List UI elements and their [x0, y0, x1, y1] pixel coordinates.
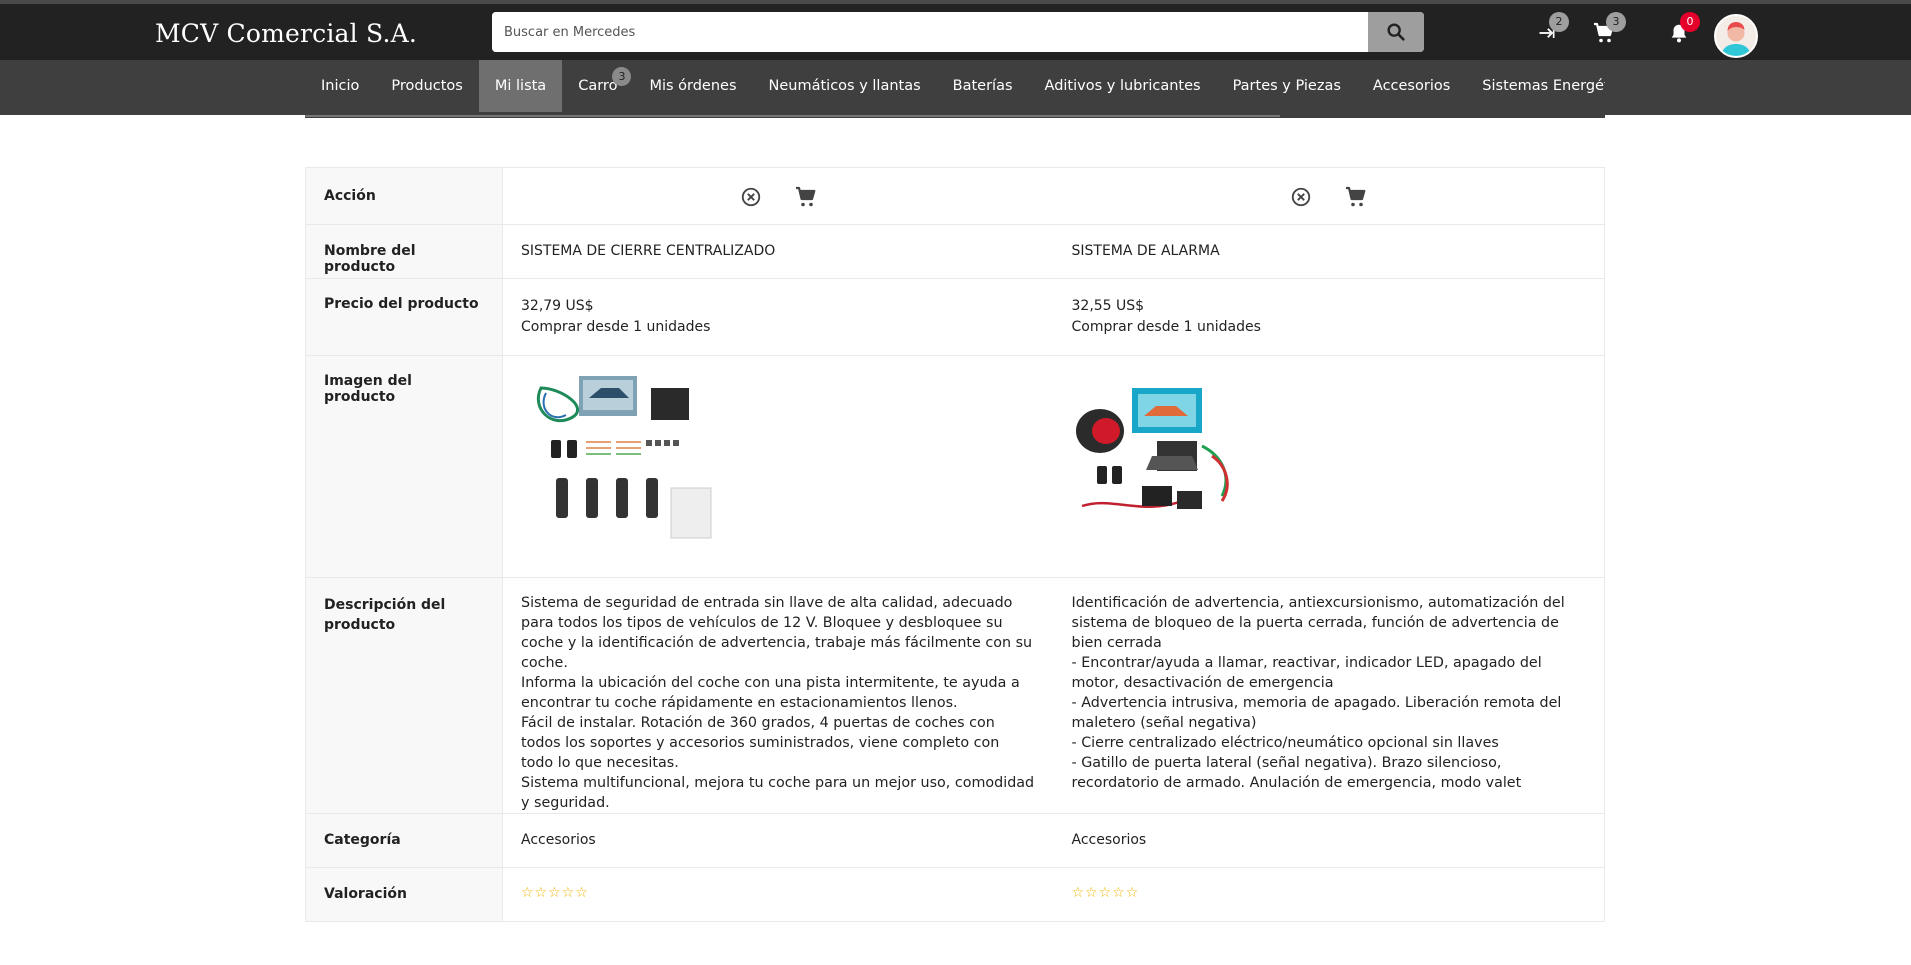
cart-button[interactable]: 3: [1589, 12, 1626, 48]
nav-neumaticos[interactable]: Neumáticos y llantas: [753, 60, 937, 112]
avatar[interactable]: [1714, 14, 1758, 58]
user-avatar-icon: [1716, 16, 1756, 56]
star-rating: ☆☆☆☆☆: [1071, 885, 1140, 901]
cell-description-1: Sistema de seguridad de entrada sin llav…: [502, 577, 1054, 814]
nav-partes[interactable]: Partes y Piezas: [1217, 60, 1357, 112]
nav-mis-ordenes[interactable]: Mis órdenes: [633, 60, 752, 112]
nav-mi-lista[interactable]: Mi lista: [478, 60, 563, 112]
notifications-button[interactable]: 0: [1664, 12, 1700, 48]
nav-cart-badge: 3: [612, 67, 632, 86]
min-quantity: Comprar desde 1 unidades: [521, 319, 711, 335]
description-line: Sistema multifuncional, mejora tu coche …: [521, 775, 1035, 811]
cart-badge: 3: [1606, 12, 1626, 32]
row-action: Acción: [305, 167, 1605, 225]
description-line: - Cierre centralizado eléctrico/neumátic…: [1071, 735, 1499, 751]
nav-carro[interactable]: Carro 3: [562, 60, 633, 112]
cell-image-2: [1053, 355, 1605, 578]
description-line: - Gatillo de puerta lateral (señal negat…: [1071, 755, 1522, 791]
product-price: 32,79 US$: [521, 298, 594, 314]
search-input[interactable]: [492, 12, 1368, 52]
cell-rating-1: ☆☆☆☆☆: [502, 867, 1054, 922]
remove-circle-icon: [741, 187, 760, 207]
description-line: Sistema de seguridad de entrada sin llav…: [521, 595, 1033, 671]
remove-button[interactable]: [1286, 182, 1316, 212]
central-locking-kit-image[interactable]: [521, 368, 721, 548]
product-name: SISTEMA DE ALARMA: [1053, 224, 1605, 279]
cell-action-2: [1053, 167, 1605, 225]
nav-carro-label: Carro: [578, 78, 618, 94]
add-to-cart-button[interactable]: [791, 182, 821, 212]
label-category: Categoría: [305, 813, 503, 868]
label-name: Nombre del producto: [305, 224, 503, 279]
row-description: Descripción del producto Sistema de segu…: [305, 577, 1605, 814]
nav-aditivos[interactable]: Aditivos y lubricantes: [1029, 60, 1217, 112]
label-rating: Valoración: [305, 867, 503, 922]
description-line: Fácil de instalar. Rotación de 360 grado…: [521, 715, 1000, 771]
product-name: SISTEMA DE CIERRE CENTRALIZADO: [502, 224, 1054, 279]
cell-image-1: [502, 355, 1054, 578]
nav-productos[interactable]: Productos: [375, 60, 478, 112]
nav-scroll-indicator[interactable]: [305, 115, 1280, 117]
label-action: Acción: [305, 167, 503, 225]
cell-rating-2: ☆☆☆☆☆: [1053, 867, 1605, 922]
product-price: 32,55 US$: [1071, 298, 1145, 314]
nav-sistemas-energeticos[interactable]: Sistemas Energéticos: [1466, 60, 1605, 112]
search-button[interactable]: [1368, 12, 1424, 52]
search-icon: [1387, 23, 1405, 41]
row-category: Categoría Accesorios Accesorios: [305, 813, 1605, 868]
label-description: Descripción del producto: [305, 577, 503, 814]
cell-price-1: 32,79 US$ Comprar desde 1 unidades: [502, 278, 1054, 356]
car-alarm-kit-image[interactable]: [1072, 386, 1272, 566]
nav-inicio[interactable]: Inicio: [305, 60, 375, 112]
min-quantity: Comprar desde 1 unidades: [1071, 319, 1261, 335]
label-price: Precio del producto: [305, 278, 503, 356]
search-bar: [492, 12, 1424, 52]
label-image: Imagen del producto: [305, 355, 503, 578]
remove-button[interactable]: [736, 182, 766, 212]
description-line: - Advertencia intrusiva, memoria de apag…: [1071, 695, 1562, 731]
cart-icon: [1346, 186, 1366, 207]
compare-button[interactable]: 2: [1532, 12, 1569, 48]
row-name: Nombre del producto SISTEMA DE CIERRE CE…: [305, 224, 1605, 279]
main-nav: Inicio Productos Mi lista Carro 3 Mis ór…: [305, 60, 1605, 112]
star-rating: ☆☆☆☆☆: [521, 885, 589, 901]
description-line: Informa la ubicación del coche con una p…: [521, 675, 1020, 711]
nav-accesorios[interactable]: Accesorios: [1357, 60, 1466, 112]
row-price: Precio del producto 32,79 US$ Comprar de…: [305, 278, 1605, 356]
top-header: MCV Comercial S.A. 2 3 0: [0, 4, 1911, 60]
brand-logo[interactable]: MCV Comercial S.A.: [155, 19, 417, 48]
compare-table: Acción Nombre del producto SISTEMA DE CI…: [305, 167, 1605, 922]
cell-action-1: [502, 167, 1054, 225]
product-category: Accesorios: [1053, 813, 1605, 868]
cell-price-2: 32,55 US$ Comprar desde 1 unidades: [1053, 278, 1605, 356]
product-category: Accesorios: [502, 813, 1054, 868]
nav-baterias[interactable]: Baterías: [937, 60, 1029, 112]
cell-description-2: Identificación de advertencia, antiexcur…: [1053, 577, 1605, 814]
notifications-badge: 0: [1680, 12, 1700, 32]
row-image: Imagen del producto: [305, 355, 1605, 578]
add-to-cart-button[interactable]: [1341, 182, 1371, 212]
remove-circle-icon: [1292, 187, 1311, 207]
compare-badge: 2: [1549, 12, 1569, 32]
cart-icon: [795, 186, 816, 207]
row-rating: Valoración ☆☆☆☆☆ ☆☆☆☆☆: [305, 867, 1605, 922]
description-line: - Encontrar/ayuda a llamar, reactivar, i…: [1071, 655, 1542, 691]
description-line: Identificación de advertencia, antiexcur…: [1071, 595, 1565, 651]
